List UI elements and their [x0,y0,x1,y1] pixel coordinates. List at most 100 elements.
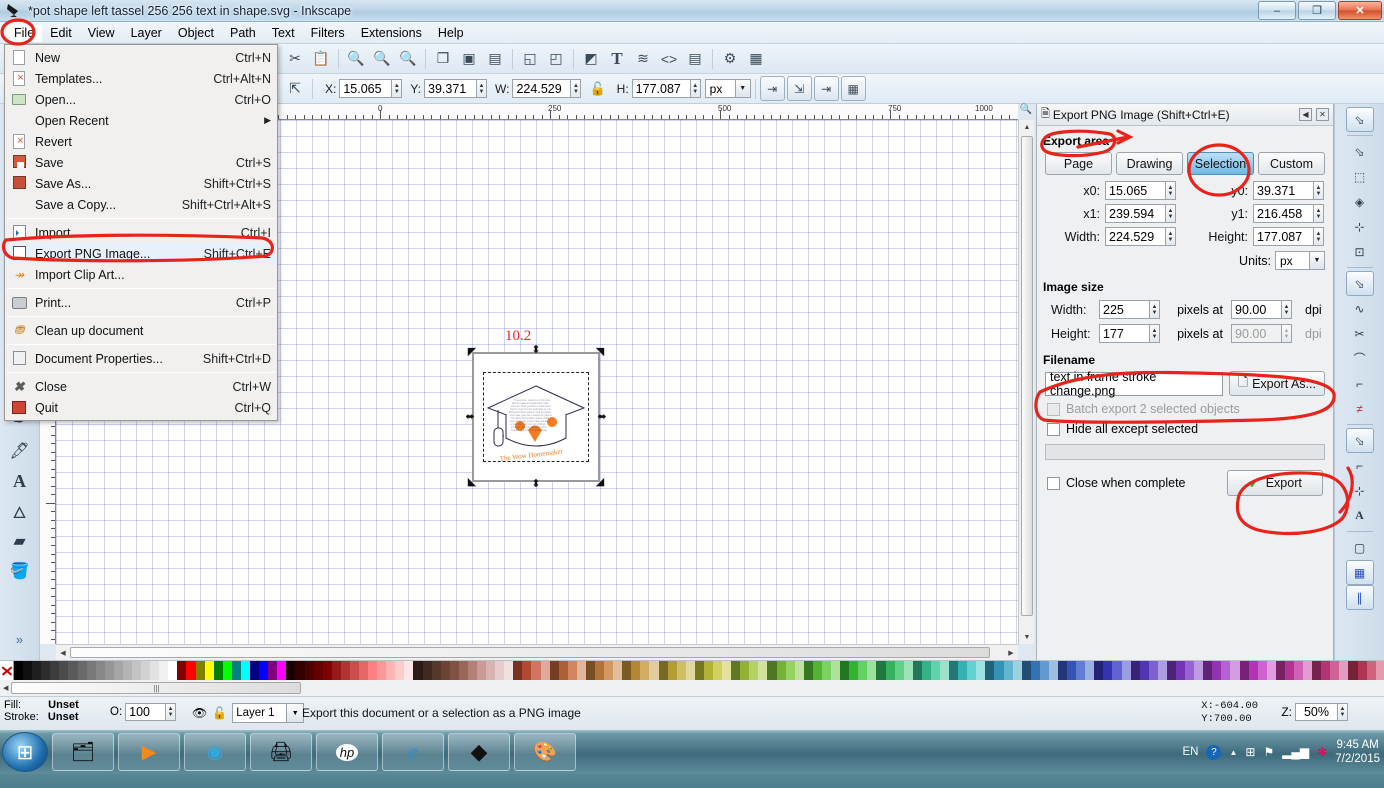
xml-editor-icon[interactable]: <> [656,46,682,72]
palette-swatch[interactable] [821,661,832,681]
palette-swatch[interactable] [1275,661,1285,681]
palette-swatch[interactable] [1321,661,1331,681]
zoom-selection-icon[interactable]: 🔍 [343,46,369,72]
close-button[interactable]: ✕ [1338,1,1382,20]
maximize-button[interactable]: ❐ [1298,1,1336,20]
text-properties-icon[interactable]: T [604,46,630,72]
palette-swatch[interactable] [1330,661,1340,681]
area-height-input[interactable] [1253,227,1313,246]
image-width-spinner[interactable]: ▲▼ [1099,300,1169,319]
palette-swatch[interactable] [1148,661,1158,681]
palette-swatch[interactable] [731,661,741,681]
file-menu-save-as[interactable]: Save As... Shift+Ctrl+S [5,173,277,194]
file-dropdown-menu[interactable]: New Ctrl+N Templates... Ctrl+Alt+N Open.… [4,44,278,421]
palette-swatch[interactable] [1239,661,1249,681]
paste-icon[interactable]: 📋 [308,46,334,72]
palette-scroll-left-icon[interactable]: ◀ [3,684,8,692]
palette-swatch[interactable] [939,661,950,681]
area-height-spinner-arrows[interactable]: ▲ ▼ [1313,227,1324,246]
palette-swatch[interactable] [885,661,895,681]
palette-swatch[interactable] [985,661,995,681]
snap-midpoint-icon[interactable]: ≠ [1346,396,1374,421]
duplicate-icon[interactable]: ❐ [430,46,456,72]
snap-bbox-edge-midpoint-icon[interactable]: ⊹ [1346,214,1374,239]
hide-all-checkbox[interactable] [1047,422,1060,436]
selected-object[interactable]: Hi everyone, welcome to this blog about … [465,345,606,490]
palette-swatch[interactable] [68,661,78,681]
palette-swatch[interactable] [903,661,913,681]
palette-swatch[interactable] [1130,661,1140,681]
palette-swatch[interactable] [1339,661,1349,681]
image-height-input[interactable] [1099,324,1149,343]
menu-help[interactable]: Help [430,24,472,42]
y1-spinner[interactable]: ▲▼ [1253,204,1339,223]
palette-swatch[interactable] [458,661,468,681]
palette-swatch[interactable] [132,661,142,681]
palette-swatch[interactable] [1312,661,1322,681]
palette-swatch[interactable] [404,661,414,681]
palette-swatch[interactable] [1230,661,1240,681]
file-menu-export-png-image[interactable]: Export PNG Image... Shift+Ctrl+E [5,243,277,264]
palette-swatch[interactable] [758,661,768,681]
chevron-down-icon[interactable]: ▼ [286,704,304,722]
area-height-spinner[interactable]: ▲▼ [1253,227,1339,246]
tool-bucket-icon[interactable]: 🪣 [5,556,35,586]
tool-eraser-icon[interactable]: ▰ [5,526,35,556]
x1-spinner-arrows[interactable]: ▲ ▼ [1165,204,1176,223]
scroll-up-icon[interactable]: ▲ [1022,122,1032,132]
palette-swatch[interactable] [204,661,214,681]
palette-swatch[interactable] [794,661,804,681]
palette-swatch[interactable] [486,661,496,681]
palette-swatch[interactable] [14,661,24,681]
panel-close-button[interactable]: ✕ [1316,108,1329,121]
palette-swatch[interactable] [576,661,586,681]
palette-swatch[interactable] [77,661,87,681]
palette-swatch[interactable] [1103,661,1113,681]
menu-layer[interactable]: Layer [123,24,170,42]
y-input[interactable] [424,79,477,98]
zoom-drawing-icon[interactable]: 🔍 [369,46,395,72]
menu-extensions[interactable]: Extensions [353,24,430,42]
network-icon[interactable]: ▂▄▆ [1282,745,1309,759]
menu-edit[interactable]: Edit [42,24,80,42]
palette-swatch[interactable] [86,661,96,681]
palette-swatch[interactable] [331,661,341,681]
palette-swatch[interactable] [277,661,287,681]
palette-swatch[interactable] [440,661,450,681]
palette-swatch[interactable] [1067,661,1077,681]
transform-icon[interactable]: ◰ [543,46,569,72]
palette-swatch[interactable] [1294,661,1304,681]
palette-swatch[interactable] [876,661,886,681]
snap-object-center-icon[interactable]: ⌐ [1346,453,1374,478]
scale-handle-w[interactable]: ⬌ [465,412,475,423]
vertical-scroll-thumb[interactable] [1021,136,1033,616]
color-palette[interactable] [0,660,1384,681]
scroll-right-icon[interactable]: ▶ [1006,648,1016,658]
file-menu-revert[interactable]: Revert [5,131,277,152]
palette-swatch[interactable] [195,661,205,681]
palette-swatch[interactable] [177,661,187,681]
y1-spinner-arrows[interactable]: ▲ ▼ [1313,204,1324,223]
cut-icon[interactable]: ✂ [282,46,308,72]
palette-swatch[interactable] [240,661,251,681]
hide-all-row[interactable]: Hide all except selected [1037,416,1333,436]
scale-handle-n[interactable]: ⬍ [531,345,541,356]
x0-spinner-arrows[interactable]: ▲ ▼ [1165,181,1176,200]
palette-swatch[interactable] [1221,661,1231,681]
menu-file[interactable]: File [6,23,43,42]
palette-swatch[interactable] [858,661,868,681]
palette-swatch[interactable] [1076,661,1086,681]
palette-swatch[interactable] [604,661,614,681]
taskbar-item-hp[interactable]: hp [316,733,378,771]
palette-swatch[interactable] [377,661,387,681]
palette-swatch[interactable] [395,661,405,681]
affect-rotate-icon[interactable]: ⇥ [813,76,839,101]
palette-swatch[interactable] [1284,661,1295,681]
file-menu-templates[interactable]: Templates... Ctrl+Alt+N [5,68,277,89]
palette-swatch[interactable] [767,661,777,681]
snap-grid-icon[interactable]: ▦ [1345,560,1374,585]
w-spinner-arrows[interactable]: ▲ ▼ [570,79,582,98]
palette-swatch[interactable] [113,661,123,681]
palette-swatch[interactable] [776,661,786,681]
palette-swatch[interactable] [1366,661,1376,681]
